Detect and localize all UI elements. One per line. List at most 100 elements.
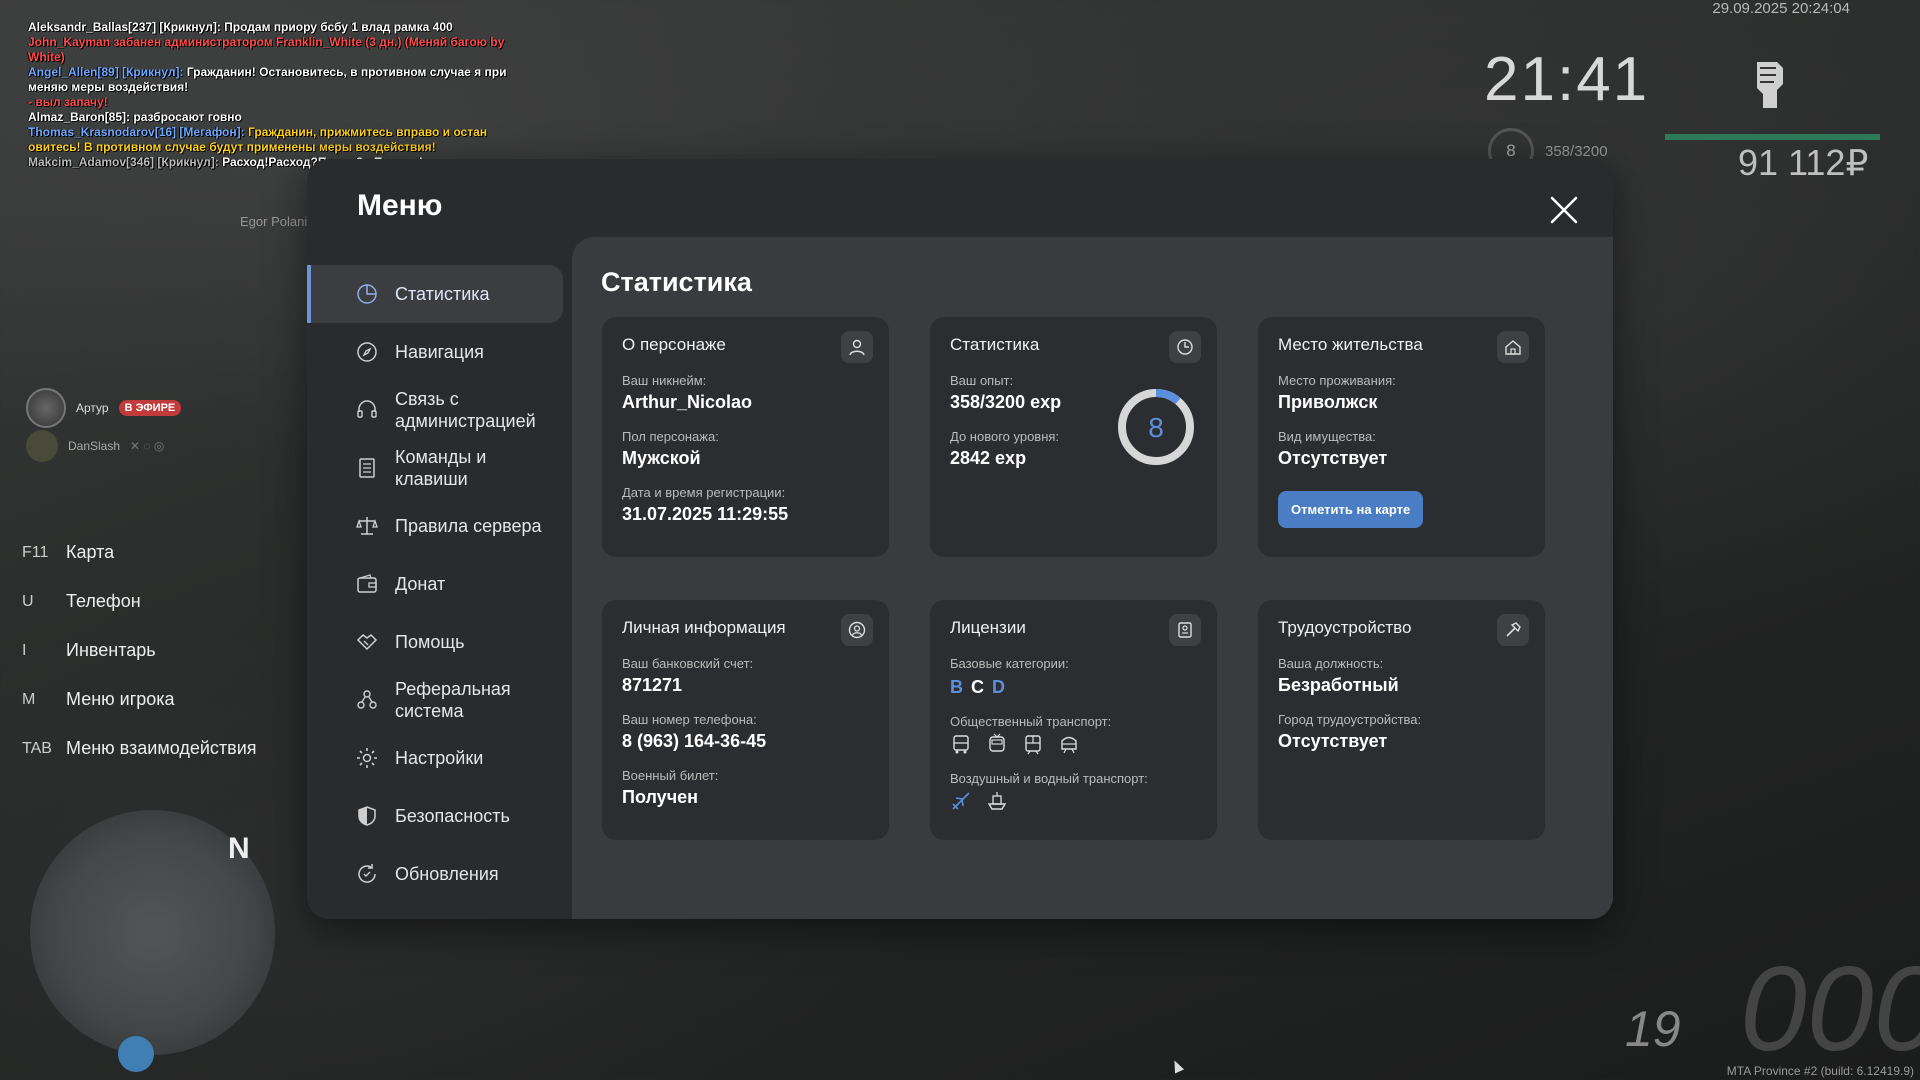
hotkey-item[interactable]: U Телефон (22, 577, 257, 626)
bank-label: Ваш банковский счет: (622, 656, 754, 671)
hotkey-key: U (22, 592, 34, 610)
chat-author: Angel_Allen[89] [Крикнул]: (28, 65, 184, 79)
air-water-label: Воздушный и водный транспорт: (950, 771, 1148, 786)
chat-author: Thomas_Krasnodarov[16] [Мегафон]: (28, 125, 245, 139)
bank-value: 871271 (622, 675, 683, 695)
document-icon (359, 458, 375, 478)
player-name: DanSlash (68, 439, 121, 453)
avatar (26, 430, 58, 462)
license-categories: BCD (950, 677, 1197, 698)
chat-line: John_Kayman забанен администратором Fran… (28, 35, 508, 65)
user-circle-icon (841, 614, 873, 646)
nav-label: Реферальная система (395, 679, 511, 721)
nav-item-scales[interactable]: Правила сервера (307, 497, 562, 555)
level-number: 8 (1148, 412, 1164, 443)
gear-icon (357, 748, 377, 768)
license-card-icon (1169, 614, 1201, 646)
military-label: Военный билет: (622, 768, 719, 783)
reg-label: Дата и время регистрации: (622, 485, 786, 500)
handshake-icon (356, 634, 378, 651)
player-name: Артур (76, 401, 109, 415)
card-licenses: Лицензии Базовые категории: BCD Обществе… (930, 600, 1217, 840)
referral-icon (357, 690, 377, 709)
hammer-icon (1497, 614, 1529, 646)
nav-item-gear[interactable]: Настройки (307, 729, 562, 787)
nick-label: Ваш никнейм: (622, 373, 707, 388)
chat-text: John_Kayman забанен администратором Fran… (28, 35, 505, 64)
fist-icon (1757, 62, 1783, 108)
chat-author: Aleksandr_Ballas[237] [Крикнул]: (28, 20, 221, 34)
chat-line: Aleksandr_Ballas[237] [Крикнул]: Продам … (28, 20, 508, 35)
nav-item-compass[interactable]: Навигация (307, 323, 562, 381)
mark-on-map-button[interactable]: Отметить на карте (1278, 491, 1424, 528)
plane-icon (952, 792, 970, 810)
nav-item-referral[interactable]: Реферальная система (307, 671, 562, 729)
hotkey-item[interactable]: I Инвентарь (22, 626, 257, 675)
hotkey-item[interactable]: F11 Карта (22, 528, 257, 577)
chat-author: Almaz_Baron[85]: (28, 110, 131, 124)
place-value: Приволжск (1278, 392, 1378, 412)
nav-item-refresh[interactable]: Обновления (307, 845, 562, 903)
military-value: Получен (622, 787, 699, 807)
hotkey-key: F11 (22, 543, 49, 561)
place-label: Место проживания: (1278, 373, 1396, 388)
city-label: Город трудоустройства: (1278, 712, 1422, 727)
headset-icon (357, 400, 377, 418)
chat-line: Angel_Allen[89] [Крикнул]: Гражданин! Ос… (28, 65, 508, 95)
bus-icon (953, 735, 969, 754)
build-info: MTA Province #2 (build: 6.12419.9) (1726, 1064, 1914, 1078)
menu-title: Меню (357, 189, 443, 222)
gender-label: Пол персонажа: (622, 429, 719, 444)
hotkey-label: Карта (66, 542, 115, 562)
chat-line: Thomas_Krasnodarov[16] [Мегафон]: Гражда… (28, 125, 508, 155)
card-personal: Личная информация Ваш банковский счет: 8… (602, 600, 889, 840)
card-employment: Трудоустройство Ваша должность: Безработ… (1258, 600, 1545, 840)
nav-item-document[interactable]: Команды и клавиши (307, 439, 562, 497)
hotkey-item[interactable]: M Меню игрока (22, 675, 257, 724)
boat-icon (987, 792, 1007, 810)
health-bar (1665, 134, 1880, 140)
wallet-icon (357, 574, 377, 593)
chat-log: Aleksandr_Ballas[237] [Крикнул]: Продам … (28, 20, 508, 170)
public-transport-icons (950, 733, 1197, 755)
server-datetime: 29.09.2025 20:24:04 (1712, 0, 1850, 17)
hotkey-list: F11 Карта U Телефон I Инвентарь M Меню игрока TA… (22, 528, 257, 773)
user-icon (841, 331, 873, 363)
level-exp-text: 358/3200 (1545, 143, 1608, 160)
house-icon (1497, 331, 1529, 363)
license-category: B (950, 677, 963, 697)
menu-window: Меню Статистика Навигация Связь с админист… (307, 159, 1613, 919)
fuel-display: 19 (1625, 1001, 1681, 1057)
card-statistics: Статистика Ваш опыт: 358/3200 exp До нов… (930, 317, 1217, 557)
reg-value: 31.07.2025 11:29:55 (622, 504, 789, 524)
card-title: Личная информация (622, 618, 786, 637)
player-marker-icon (118, 1036, 154, 1072)
nav-label: Помощь (395, 631, 465, 652)
city-value: Отсутствует (1278, 731, 1388, 751)
hotkey-label: Телефон (66, 591, 141, 611)
chat-author: Makcim_Adamov[346] [Крикнул]: (28, 155, 219, 169)
nav-item-wallet[interactable]: Донат (307, 555, 562, 613)
hotkey-key: M (22, 690, 36, 708)
card-title: Статистика (950, 335, 1040, 354)
speedometer: 000 (1740, 942, 1920, 1076)
hotkey-item[interactable]: TAB Меню взаимодействия (22, 724, 257, 773)
nav-label: Команды и клавиши (395, 447, 487, 489)
position-label: Ваша должность: (1278, 656, 1384, 671)
hotkey-label: Инвентарь (66, 640, 156, 660)
property-value: Отсутствует (1278, 448, 1388, 468)
trolleybus-icon (989, 733, 1005, 752)
chat-line: Almaz_Baron[85]: разбросают говно (28, 110, 508, 125)
level-progress-ring: 8 (1118, 389, 1194, 465)
close-icon[interactable] (1547, 193, 1581, 227)
menu-nav: Статистика Навигация Связь с администрацие… (307, 265, 563, 903)
on-air-badge: В ЭФИРЕ (118, 400, 182, 416)
nav-item-handshake[interactable]: Помощь (307, 613, 562, 671)
license-category: D (992, 677, 1005, 697)
nav-item-headset[interactable]: Связь с администрацией (307, 381, 562, 439)
voice-player-1: Артур В ЭФИРЕ (26, 388, 182, 428)
nav-item-shield[interactable]: Безопасность (307, 787, 562, 845)
public-transport-label: Общественный транспорт: (950, 714, 1112, 729)
nav-item-pie-chart[interactable]: Статистика (307, 265, 563, 323)
clock-icon (1169, 331, 1201, 363)
